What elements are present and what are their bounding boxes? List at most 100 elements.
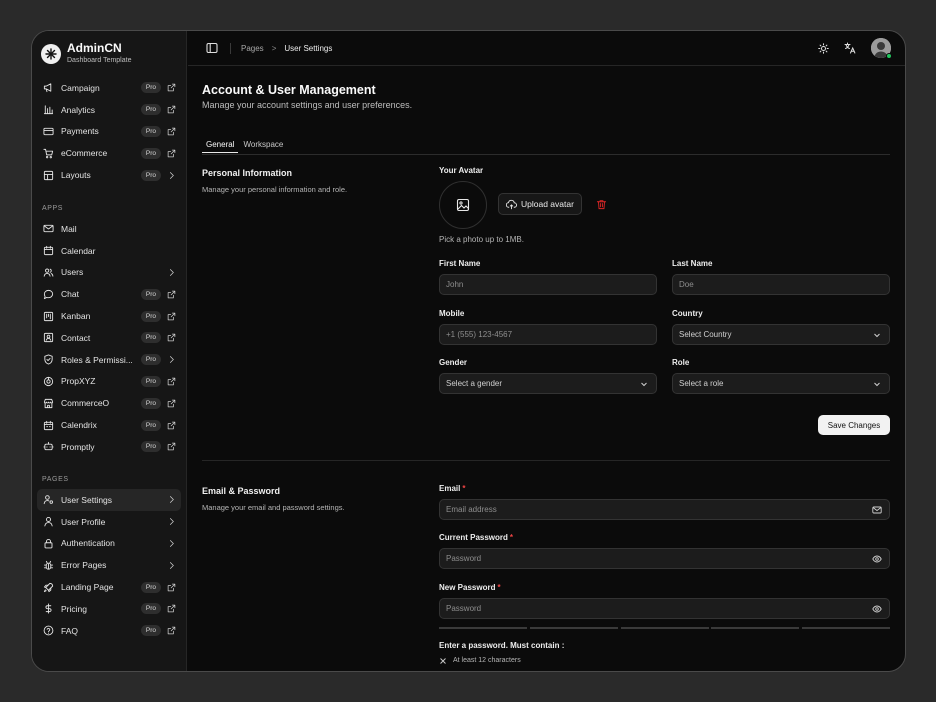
sidebar-item-label: Calendar — [61, 245, 96, 256]
tabs-divider — [202, 154, 890, 155]
tab-general[interactable]: General — [202, 140, 239, 153]
strength-segment — [439, 627, 527, 629]
pro-badge: Pro — [140, 125, 161, 137]
password-strength-meter — [439, 627, 890, 629]
sidebar-item-ecommerce[interactable]: eCommerce Pro — [37, 142, 181, 164]
role-select[interactable]: Select a role — [672, 373, 890, 394]
first-name-label: First Name — [439, 259, 481, 268]
trash-icon[interactable] — [595, 198, 607, 210]
sidebar-item-label: Users — [61, 267, 84, 278]
sidebar-item-label: Payments — [61, 126, 99, 137]
sidebar-item-label: Calendrix — [61, 420, 97, 431]
eye-icon[interactable] — [871, 553, 883, 565]
sidebar-item-label: Contact — [61, 332, 91, 343]
rocket-icon — [42, 581, 54, 593]
personal-section-title: Personal Information — [202, 168, 293, 178]
sidebar-item-landing-page[interactable]: Landing Page Pro — [37, 576, 181, 598]
help-icon — [42, 625, 54, 637]
role-placeholder: Select a role — [679, 379, 724, 388]
sidebar-item-payments[interactable]: Payments Pro — [37, 121, 181, 143]
breadcrumb-pages[interactable]: Pages — [241, 44, 264, 53]
nav-apps-group: Mail Calendar Users Chat Pro Kanban Pro Contact… — [37, 218, 181, 458]
eye-icon[interactable] — [871, 603, 883, 615]
current-password-field[interactable]: Password — [439, 548, 890, 569]
sidebar: AdminCN Dashboard Template Campaign Pro An… — [32, 31, 187, 671]
sidebar-item-promptly[interactable]: Promptly Pro — [37, 436, 181, 458]
image-icon — [456, 198, 470, 212]
external-link-icon — [166, 398, 176, 408]
new-password-label: New Password * — [439, 583, 501, 592]
credit-card-icon — [42, 125, 54, 137]
sidebar-item-mail[interactable]: Mail — [37, 218, 181, 240]
sidebar-item-calendar[interactable]: Calendar — [37, 240, 181, 262]
bar-chart-icon — [42, 104, 54, 116]
new-password-placeholder: Password — [446, 604, 482, 613]
sidebar-item-commerceo[interactable]: CommerceO Pro — [37, 392, 181, 414]
save-changes-button[interactable]: Save Changes — [818, 415, 890, 435]
sidebar-item-user-profile[interactable]: User Profile — [37, 511, 181, 533]
sidebar-item-label: Pricing — [61, 603, 87, 614]
lock-icon — [42, 537, 54, 549]
external-link-icon — [166, 333, 176, 343]
external-link-icon — [166, 148, 176, 158]
tab-workspace[interactable]: Workspace — [239, 140, 287, 153]
pro-badge: Pro — [140, 104, 161, 116]
sidebar-item-label: Kanban — [61, 311, 91, 322]
chevron-right-icon — [166, 355, 176, 365]
section-divider — [202, 460, 890, 461]
x-icon — [439, 656, 448, 665]
sidebar-item-error-pages[interactable]: Error Pages — [37, 554, 181, 576]
pro-badge: Pro — [140, 441, 161, 453]
avatar-hint: Pick a photo up to 1MB. — [439, 235, 524, 244]
external-link-icon — [166, 442, 176, 452]
sun-icon[interactable] — [817, 42, 829, 54]
last-name-field[interactable]: Doe — [672, 274, 890, 295]
sidebar-item-analytics[interactable]: Analytics Pro — [37, 99, 181, 121]
personal-section-subtitle: Manage your personal information and rol… — [202, 185, 348, 194]
chevron-right-icon — [166, 170, 176, 180]
sidebar-item-roles-permissi[interactable]: Roles & Permissi... Pro — [37, 349, 181, 371]
new-password-label-text: New Password — [439, 583, 496, 592]
sidebar-item-kanban[interactable]: Kanban Pro — [37, 305, 181, 327]
brand[interactable]: AdminCN Dashboard Template — [41, 41, 131, 66]
sidebar-item-label: Chat — [61, 289, 79, 300]
upload-avatar-button[interactable]: Upload avatar — [498, 193, 582, 215]
strength-segment — [711, 627, 800, 629]
sidebar-item-propxyz[interactable]: PropXYZ Pro — [37, 371, 181, 393]
chevron-right-icon — [166, 267, 176, 277]
sidebar-item-faq[interactable]: FAQ Pro — [37, 620, 181, 642]
gender-placeholder: Select a gender — [446, 379, 503, 388]
email-field[interactable]: Email address — [439, 499, 890, 520]
sidebar-item-calendrix[interactable]: Calendrix Pro — [37, 414, 181, 436]
first-name-field[interactable]: John — [439, 274, 657, 295]
sidebar-item-label: Analytics — [61, 104, 96, 115]
sidebar-item-authentication[interactable]: Authentication — [37, 533, 181, 555]
last-name-placeholder: Doe — [679, 280, 694, 289]
mobile-field[interactable]: +1 (555) 123-4567 — [439, 324, 657, 345]
external-link-icon — [166, 582, 176, 592]
chevron-right-icon — [166, 560, 176, 570]
kanban-icon — [42, 310, 54, 322]
avatar-preview[interactable] — [439, 181, 487, 229]
dollar-icon — [42, 603, 54, 615]
sidebar-item-layouts[interactable]: Layouts Pro — [37, 164, 181, 186]
pro-badge: Pro — [140, 147, 161, 159]
sidebar-item-chat[interactable]: Chat Pro — [37, 283, 181, 305]
cloud-upload-icon — [506, 199, 517, 210]
sidebar-item-contact[interactable]: Contact Pro — [37, 327, 181, 349]
sidebar-item-users[interactable]: Users — [37, 262, 181, 284]
prop-icon — [42, 375, 54, 387]
new-password-field[interactable]: Password — [439, 598, 890, 619]
sidebar-item-label: Campaign — [61, 82, 100, 93]
country-select[interactable]: Select Country — [672, 324, 890, 345]
password-rules-title: Enter a password. Must contain : — [439, 641, 565, 650]
sidebar-item-campaign[interactable]: Campaign Pro — [37, 77, 181, 99]
store-icon — [42, 397, 54, 409]
sidebar-item-label: Authentication — [61, 538, 115, 549]
bot-icon — [42, 441, 54, 453]
gender-select[interactable]: Select a gender — [439, 373, 657, 394]
language-icon[interactable] — [844, 42, 856, 54]
sidebar-toggle-icon[interactable] — [206, 42, 218, 54]
sidebar-item-pricing[interactable]: Pricing Pro — [37, 598, 181, 620]
sidebar-item-user-settings[interactable]: User Settings — [37, 489, 181, 511]
